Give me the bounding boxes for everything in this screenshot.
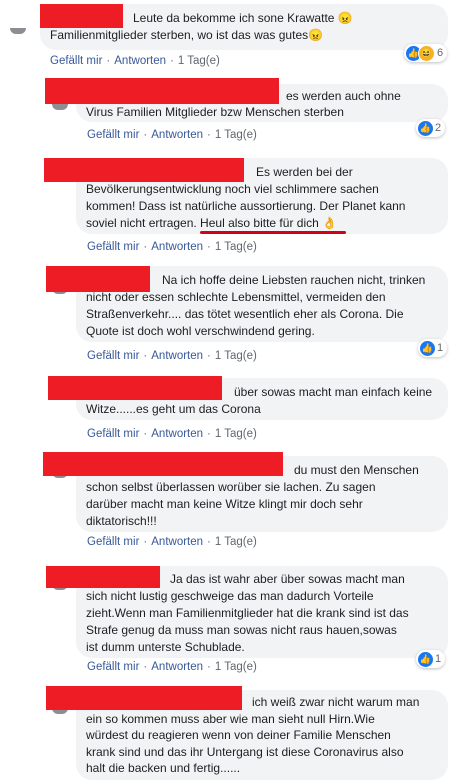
reply-link[interactable]: Antworten xyxy=(151,241,203,253)
redacted-author-name xyxy=(43,452,283,476)
comment-actions: Gefällt mir · Antworten · 1 Tag(e) xyxy=(87,350,257,362)
redacted-author-name xyxy=(44,158,244,182)
reaction-summary[interactable]: 👍 2 xyxy=(416,119,446,137)
reply-link[interactable]: Antworten xyxy=(151,350,203,362)
timestamp[interactable]: 1 Tag(e) xyxy=(215,428,257,440)
timestamp[interactable]: 1 Tag(e) xyxy=(215,661,257,673)
reply-link[interactable]: Antworten xyxy=(151,661,203,673)
like-link[interactable]: Gefällt mir xyxy=(87,536,139,548)
comment-actions: Gefällt mir · Antworten · 1 Tag(e) xyxy=(87,129,257,141)
avatar[interactable] xyxy=(10,28,26,34)
redacted-author-name xyxy=(46,266,150,292)
like-icon: 👍 xyxy=(420,340,435,356)
comment-actions: Gefällt mir · Antworten · 1 Tag(e) xyxy=(87,428,257,440)
timestamp[interactable]: 1 Tag(e) xyxy=(215,350,257,362)
timestamp[interactable]: 1 Tag(e) xyxy=(215,241,257,253)
reply-link[interactable]: Antworten xyxy=(151,428,203,440)
like-icon: 👍 xyxy=(418,651,433,667)
timestamp[interactable]: 1 Tag(e) xyxy=(215,129,257,141)
reaction-summary[interactable]: 👍 1 xyxy=(418,339,448,357)
reply-link[interactable]: Antworten xyxy=(151,536,203,548)
comment-actions: Gefällt mir · Antworten · 1 Tag(e) xyxy=(87,536,257,548)
redacted-author-name xyxy=(45,78,279,104)
avatar[interactable] xyxy=(52,104,68,110)
redacted-author-name xyxy=(40,4,123,28)
reaction-summary[interactable]: 👍 1 xyxy=(416,650,446,668)
timestamp[interactable]: 1 Tag(e) xyxy=(178,55,220,67)
comment-actions: Gefällt mir · Antworten · 1 Tag(e) xyxy=(87,241,257,253)
like-link[interactable]: Gefällt mir xyxy=(87,241,139,253)
haha-icon: 😆 xyxy=(418,44,435,62)
like-link[interactable]: Gefällt mir xyxy=(87,129,139,141)
reply-link[interactable]: Antworten xyxy=(114,55,166,67)
redacted-author-name xyxy=(46,686,242,710)
comment-actions: Gefällt mir · Antworten · 1 Tag(e) xyxy=(87,661,257,673)
reaction-count: 6 xyxy=(437,47,444,59)
highlight-underline xyxy=(200,231,346,234)
reaction-summary[interactable]: 👍 😆 6 xyxy=(404,44,448,62)
like-link[interactable]: Gefällt mir xyxy=(87,661,139,673)
like-icon: 👍 xyxy=(418,120,433,136)
like-link[interactable]: Gefällt mir xyxy=(87,428,139,440)
redacted-author-name xyxy=(46,566,160,588)
reaction-count: 1 xyxy=(437,342,444,354)
redacted-author-name xyxy=(48,376,222,400)
like-link[interactable]: Gefällt mir xyxy=(50,55,102,67)
reply-link[interactable]: Antworten xyxy=(151,129,203,141)
reaction-count: 1 xyxy=(435,653,442,665)
like-link[interactable]: Gefällt mir xyxy=(87,350,139,362)
timestamp[interactable]: 1 Tag(e) xyxy=(215,536,257,548)
reaction-count: 2 xyxy=(435,122,442,134)
comment-actions: Gefällt mir · Antworten · 1 Tag(e) xyxy=(50,55,220,67)
